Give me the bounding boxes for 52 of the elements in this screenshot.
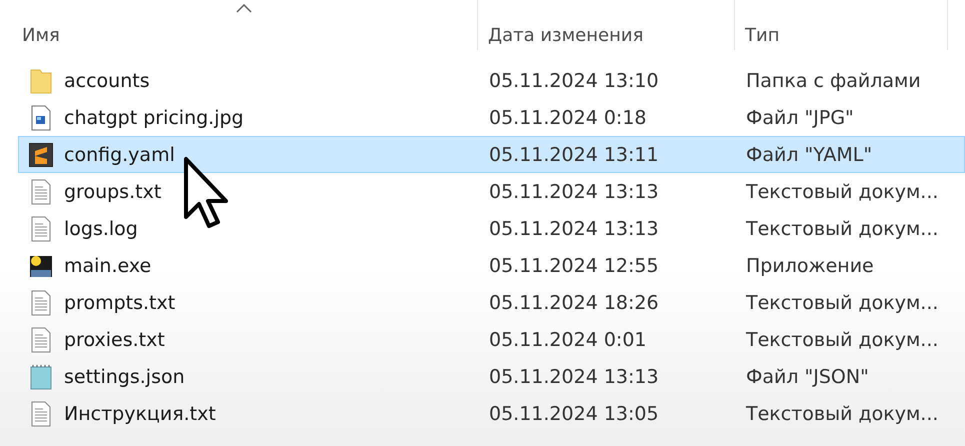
file-row[interactable]: prompts.txt 05.11.2024 18:26 Текстовый докум... [18, 284, 965, 321]
text-file-icon [30, 400, 52, 426]
file-row[interactable]: accounts 05.11.2024 13:10 Папка с файлами [18, 62, 965, 99]
file-name: main.exe [64, 254, 152, 276]
file-type: Папка с файлами [745, 70, 922, 92]
file-name: Инструкция.txt [64, 402, 216, 424]
file-name: settings.json [64, 366, 185, 388]
file-name: logs.log [64, 218, 138, 240]
file-row[interactable]: proxies.txt 05.11.2024 0:01 Текстовый докум... [18, 321, 965, 358]
file-name: chatgpt pricing.jpg [64, 106, 244, 128]
file-name: groups.txt [64, 180, 162, 202]
text-file-icon [30, 290, 52, 316]
date-modified: 05.11.2024 13:11 [488, 144, 660, 166]
date-modified: 05.11.2024 0:18 [488, 106, 648, 128]
date-modified: 05.11.2024 13:10 [488, 70, 660, 92]
file-row[interactable]: groups.txt 05.11.2024 13:13 Текстовый докум... [18, 173, 965, 210]
file-type: Файл "JPG" [745, 106, 855, 128]
file-row[interactable]: settings.json 05.11.2024 13:13 Файл "JSON" [18, 358, 965, 395]
file-row[interactable]: chatgpt pricing.jpg 05.11.2024 0:18 Файл "JPG" [18, 99, 965, 136]
column-header[interactable]: Тип [735, 0, 948, 50]
file-type: Файл "YAML" [745, 144, 874, 166]
date-modified: 05.11.2024 0:01 [488, 328, 648, 350]
text-file-icon [30, 216, 52, 242]
file-row[interactable]: main.exe 05.11.2024 12:55 Приложение [18, 247, 965, 284]
image-file-icon [30, 104, 52, 130]
date-modified: 05.11.2024 18:26 [488, 292, 660, 314]
text-file-icon [30, 178, 52, 204]
file-row[interactable]: logs.log 05.11.2024 13:13 Текстовый докум... [18, 210, 965, 247]
folder-icon [30, 68, 52, 94]
date-modified: 05.11.2024 13:05 [488, 402, 660, 424]
file-type: Приложение [745, 254, 875, 276]
file-row[interactable]: Инструкция.txt 05.11.2024 13:05 Текстовый докум... [18, 395, 965, 432]
column-header[interactable]: Имя [0, 0, 478, 50]
date-modified: 05.11.2024 13:13 [488, 218, 660, 240]
date-modified: 05.11.2024 13:13 [488, 366, 660, 388]
file-type: Текстовый докум... [745, 328, 940, 350]
date-modified: 05.11.2024 12:55 [488, 254, 660, 276]
file-type: Текстовый докум... [745, 180, 940, 202]
text-file-icon [30, 326, 52, 352]
file-name: config.yaml [64, 144, 175, 166]
file-row[interactable]: config.yaml 05.11.2024 13:11 Файл "YAML" [18, 136, 965, 173]
date-modified: 05.11.2024 13:13 [488, 180, 660, 202]
file-type: Файл "JSON" [745, 366, 870, 388]
file-name: proxies.txt [64, 328, 165, 350]
code-editor-icon [29, 142, 53, 166]
file-type: Текстовый докум... [745, 292, 940, 314]
file-name: prompts.txt [64, 292, 176, 314]
file-type: Текстовый докум... [745, 218, 940, 240]
file-type: Текстовый докум... [745, 402, 940, 424]
file-name: accounts [64, 70, 150, 92]
column-header[interactable]: Дата изменения [478, 0, 735, 50]
notepad-icon [29, 364, 53, 390]
